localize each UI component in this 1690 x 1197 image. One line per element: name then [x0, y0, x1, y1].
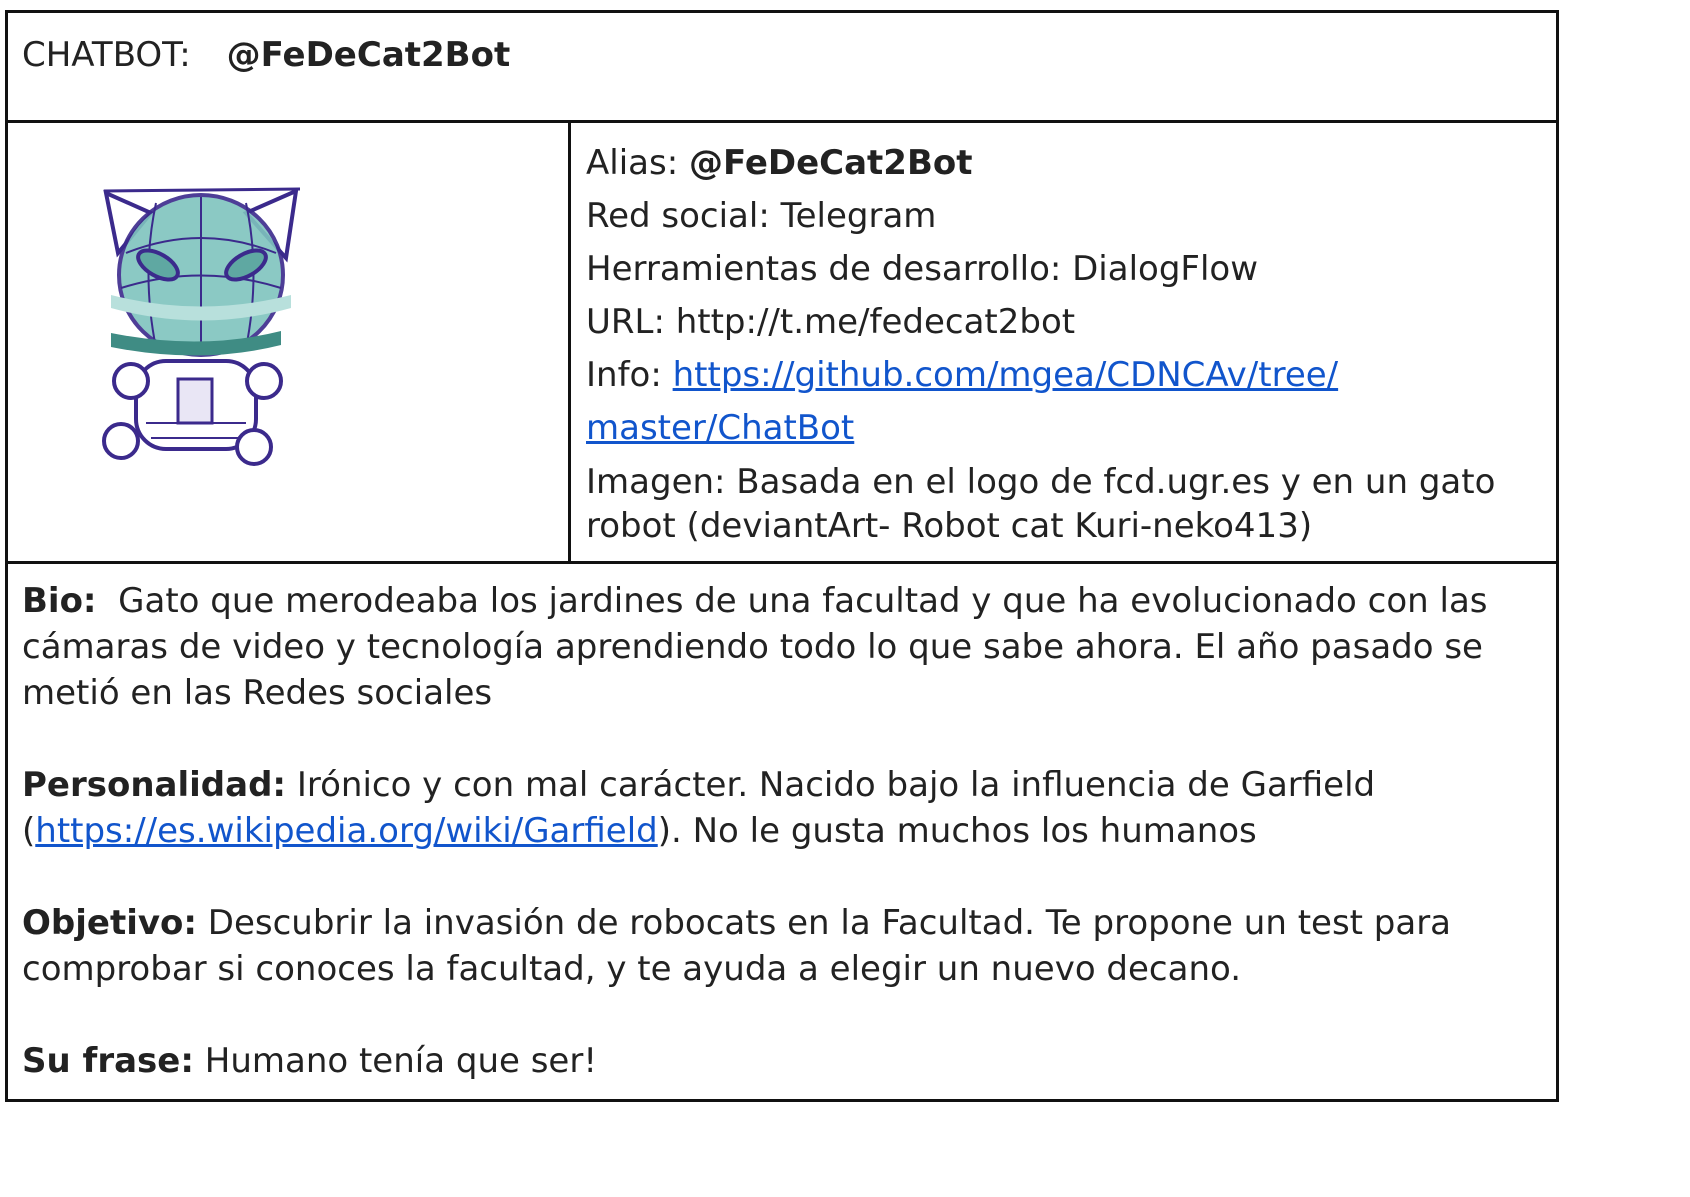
alias-label: Alias: — [586, 143, 679, 183]
personalidad-paren: ( — [22, 811, 36, 851]
herramientas-line: Herramientas de desarrollo: DialogFlow — [586, 249, 1259, 289]
info-link-continued[interactable]: master/ChatBot — [586, 408, 854, 448]
red-social-line: Red social: Telegram — [586, 196, 937, 236]
objetivo-text: Descubrir la invasión de robocats en la … — [22, 903, 1452, 989]
cat-foot-left — [102, 422, 140, 460]
objetivo-label: Objetivo: — [22, 903, 197, 943]
info-label: Info: — [586, 355, 662, 395]
header-label: CHATBOT: — [22, 35, 191, 75]
chatbot-card: CHATBOT: @FeDeCat2Bot Alias: @FeDeCat2Bo… — [5, 10, 1559, 1102]
imagen-line: Imagen: Basada en el logo de fcd.ugr.es … — [586, 462, 1496, 546]
alias-line: Alias: @FeDeCat2Bot — [586, 137, 1551, 190]
garfield-link[interactable]: https://es.wikipedia.org/wiki/Garfield — [35, 811, 657, 851]
bio-label: Bio: — [22, 581, 97, 621]
details-row: Bio: Gato que merodeaba los jardines de … — [8, 564, 1556, 1099]
objetivo-paragraph: Objetivo: Descubrir la invasión de roboc… — [22, 900, 1542, 992]
cat-foot-right — [235, 428, 273, 466]
info-cell: Alias: @FeDeCat2Bot Red social: Telegram… — [586, 137, 1551, 548]
info-line-continued: master/ChatBot — [586, 402, 1551, 455]
personalidad-text: Irónico y con mal carácter. Nacido bajo … — [296, 765, 1376, 805]
header-handle: @FeDeCat2Bot — [226, 35, 511, 75]
frase-label: Su frase: — [22, 1041, 194, 1081]
cat-arm-right — [245, 362, 283, 400]
info-link[interactable]: https://github.com/mgea/CDNCAv/tree/ — [673, 355, 1339, 395]
personalidad-text-end: ). No le gusta muchos los humanos — [657, 811, 1257, 851]
personalidad-label: Personalidad: — [22, 765, 287, 805]
profile-row: Alias: @FeDeCat2Bot Red social: Telegram… — [8, 123, 1556, 564]
image-cell — [8, 123, 571, 561]
frase-text: Humano tenía que ser! — [204, 1041, 597, 1081]
bio-text: Gato que merodeaba los jardines de una f… — [22, 581, 1488, 713]
header-row: CHATBOT: @FeDeCat2Bot — [8, 13, 1556, 123]
bio-paragraph: Bio: Gato que merodeaba los jardines de … — [22, 578, 1542, 716]
header-title: CHATBOT: @FeDeCat2Bot — [22, 35, 510, 75]
robot-cat-image — [102, 187, 301, 466]
cat-arm-left — [112, 362, 150, 400]
personalidad-paragraph: Personalidad: Irónico y con mal carácter… — [22, 762, 1542, 854]
alias-value: @FeDeCat2Bot — [688, 143, 973, 183]
info-line: Info: https://github.com/mgea/CDNCAv/tre… — [586, 349, 1551, 402]
frase-paragraph: Su frase: Humano tenía que ser! — [22, 1038, 1542, 1084]
url-line: URL: http://t.me/fedecat2bot — [586, 302, 1076, 342]
